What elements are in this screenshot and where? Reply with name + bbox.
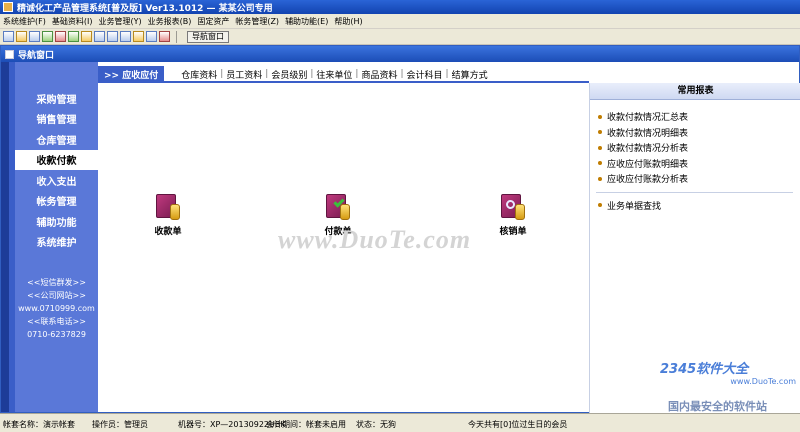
report-link-label[interactable]: 应收应付账款明细表	[607, 157, 688, 170]
tool-icon[interactable]	[81, 31, 92, 42]
list-icon[interactable]	[29, 31, 40, 42]
website-url: www.0710999.com	[18, 304, 95, 313]
sidebar-item-warehouse[interactable]: 仓库管理	[15, 129, 98, 150]
status-birthday: 今天共有[0]位过生日的会员	[468, 420, 568, 429]
edit-icon[interactable]	[94, 31, 105, 42]
menu-bar: 系统维护(F) 基础资料(I) 业务管理(Y) 业务报表(B) 固定资产 帐务管…	[0, 14, 800, 29]
report-link-label[interactable]: 应收应付账款分析表	[607, 172, 688, 185]
tab-settlement-methods[interactable]: 结算方式	[449, 68, 491, 81]
receipt-tile[interactable]: 收款单	[141, 192, 195, 237]
title-bar: 精诚化工产品管理系统[普及版] Ver13.1012 — 某某公司专用	[0, 0, 800, 14]
nav-window-button[interactable]: 导航窗口	[187, 30, 229, 43]
menu-accounts[interactable]: 帐务管理(Z)	[235, 16, 279, 27]
sidebar-contact: <<短信群发>> <<公司网站>> www.0710999.com <<联系电话…	[15, 276, 98, 341]
app-icon	[3, 2, 13, 12]
user-icon[interactable]	[68, 31, 79, 42]
sidebar-item-utilities[interactable]: 辅助功能	[15, 211, 98, 232]
reports-list: 收款付款情况汇总表 收款付款情况明细表 收款付款情况分析表 应收应付账款明细表 …	[590, 100, 800, 187]
sidebar: 采购管理 销售管理 仓库管理 收款付款 收入支出 帐务管理 辅助功能 系统维护 …	[1, 62, 98, 412]
report-link-label[interactable]: 收款付款情况分析表	[607, 141, 688, 154]
menu-basic-data[interactable]: 基础资料(I)	[52, 16, 93, 27]
payment-icon	[326, 192, 350, 220]
writeoff-tile[interactable]: 核销单	[486, 192, 540, 237]
exit-icon[interactable]	[159, 31, 170, 42]
sidebar-item-sales[interactable]: 销售管理	[15, 109, 98, 130]
sms-link[interactable]: <<短信群发>>	[15, 276, 98, 289]
sidebar-item-income-expense[interactable]: 收入支出	[15, 170, 98, 191]
sidebar-item-accounts[interactable]: 帐务管理	[15, 191, 98, 212]
bullet-icon	[598, 161, 602, 166]
menu-reports[interactable]: 业务报表(B)	[148, 16, 192, 27]
sidebar-item-system[interactable]: 系统维护	[15, 232, 98, 253]
print-icon[interactable]	[107, 31, 118, 42]
bullet-icon	[598, 176, 602, 181]
tab-warehouse-data[interactable]: 仓库资料	[178, 68, 220, 81]
new-icon[interactable]	[3, 31, 14, 42]
receipt-label: 收款单	[154, 227, 182, 237]
menu-fixed-assets[interactable]: 固定资产	[197, 16, 229, 27]
save-icon[interactable]	[120, 31, 131, 42]
report-link[interactable]: 应收应付账款分析表	[598, 171, 800, 187]
reports-panel-title: 常用报表	[590, 83, 800, 100]
menu-system[interactable]: 系统维护(F)	[3, 16, 46, 27]
status-dongle: 状态：无狗	[356, 420, 396, 429]
main-area: >> 应收应付 仓库资料 | 员工资料 | 会员级别 | 往来单位 | 商品资料 | 会计…	[98, 62, 589, 412]
writeoff-label: 核销单	[499, 227, 527, 237]
report-link[interactable]: 收款付款情况明细表	[598, 125, 800, 141]
phone-number: 0710-6237829	[27, 330, 86, 339]
extra-list: 业务单据查找	[590, 198, 800, 214]
bullet-icon	[598, 203, 602, 208]
report-link-label[interactable]: 收款付款情况明细表	[607, 126, 688, 139]
tab-member-level[interactable]: 会员级别	[268, 68, 310, 81]
website-link[interactable]: <<公司网站>>	[15, 289, 98, 302]
report-link[interactable]: 收款付款情况汇总表	[598, 109, 800, 125]
calc-icon[interactable]	[133, 31, 144, 42]
menu-business[interactable]: 业务管理(Y)	[98, 16, 141, 27]
bullet-icon	[598, 114, 602, 119]
open-icon[interactable]	[16, 31, 27, 42]
reports-divider	[596, 191, 793, 193]
watermark-text: www.DuoTe.com	[278, 225, 472, 254]
window-icon	[5, 49, 14, 59]
receipt-icon	[156, 192, 180, 220]
tab-products[interactable]: 商品资料	[358, 68, 400, 81]
phone-link[interactable]: <<联系电话>>	[15, 315, 98, 328]
doc-search-label[interactable]: 业务单据查找	[607, 199, 661, 212]
status-account: 帐套名称：演示帐套	[3, 420, 75, 429]
writeoff-icon	[501, 192, 525, 220]
sidebar-menu: 采购管理 销售管理 仓库管理 收款付款 收入支出 帐务管理 辅助功能 系统维护	[15, 88, 98, 252]
report-link[interactable]: 收款付款情况分析表	[598, 140, 800, 156]
nav-window-titlebar: 导航窗口	[1, 46, 799, 62]
chart-icon[interactable]	[55, 31, 66, 42]
status-operator: 操作员：管理员	[92, 420, 148, 429]
brand-url: www.DuoTe.com	[730, 377, 796, 386]
nav-window-title: 导航窗口	[18, 50, 55, 61]
tab-receivables-payables[interactable]: >> 应收应付	[98, 66, 165, 82]
status-bar: 帐套名称：演示帐套 操作员：管理员 机器号：XP—20130922UBK 会计期…	[0, 413, 800, 432]
tab-partners[interactable]: 往来单位	[313, 68, 355, 81]
sidebar-item-purchase[interactable]: 采购管理	[15, 88, 98, 109]
brand-watermark: 2345软件大全 www.DuoTe.com 国内最安全的软件站	[660, 358, 800, 413]
tab-accounting-subjects[interactable]: 会计科目	[404, 68, 446, 81]
brand-tagline: 国内最安全的软件站	[668, 400, 767, 413]
bullet-icon	[598, 145, 602, 150]
status-period: 会计期间：帐套未启用	[266, 420, 346, 429]
toolbar-separator	[176, 30, 177, 43]
help-icon[interactable]	[146, 31, 157, 42]
bullet-icon	[598, 130, 602, 135]
report-icon[interactable]	[42, 31, 53, 42]
brand-logo: 2345软件大全	[660, 362, 749, 377]
sidebar-item-receipts-payments[interactable]: 收款付款	[15, 149, 98, 170]
tab-staff-data[interactable]: 员工资料	[223, 68, 265, 81]
doc-search-link[interactable]: 业务单据查找	[598, 198, 800, 214]
app-title: 精诚化工产品管理系统[普及版] Ver13.1012 — 某某公司专用	[17, 3, 273, 14]
menu-help[interactable]: 帮助(H)	[334, 16, 362, 27]
menu-utilities[interactable]: 辅助功能(E)	[285, 16, 328, 27]
report-link[interactable]: 应收应付账款明细表	[598, 156, 800, 172]
tab-bar: >> 应收应付 仓库资料 | 员工资料 | 会员级别 | 往来单位 | 商品资料 | 会计…	[98, 66, 589, 83]
report-link-label[interactable]: 收款付款情况汇总表	[607, 110, 688, 123]
toolbar: 导航窗口	[0, 29, 800, 45]
